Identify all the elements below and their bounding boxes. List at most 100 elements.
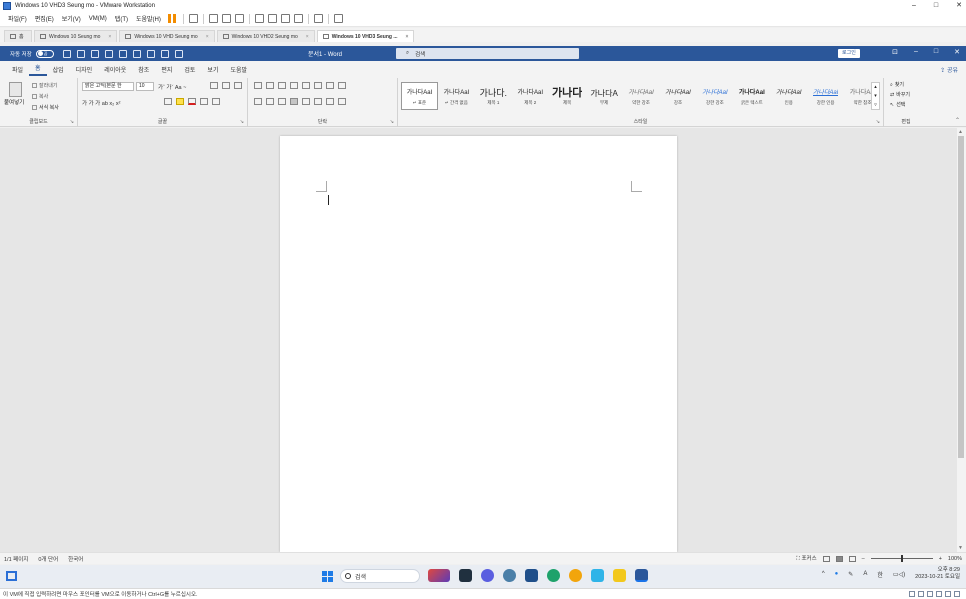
align-left-icon[interactable] bbox=[254, 98, 262, 105]
tab-mailings[interactable]: 편지 bbox=[155, 65, 178, 74]
display-icon[interactable] bbox=[954, 591, 960, 597]
zoom-in-button[interactable]: + bbox=[939, 556, 942, 562]
app-icon[interactable] bbox=[591, 569, 604, 582]
style-intense-emphasis[interactable]: 가나다AaI 강한 강조 bbox=[696, 82, 733, 110]
thumbnail-icon[interactable] bbox=[267, 14, 277, 23]
taskbar-search[interactable]: 검색 bbox=[340, 569, 420, 583]
stretch-guest-icon[interactable] bbox=[333, 14, 343, 23]
font-name-box[interactable]: 맑은 고딕(본문 한 bbox=[82, 82, 134, 91]
tab-layout[interactable]: 레이아웃 bbox=[98, 65, 132, 74]
highlight-color-icon[interactable] bbox=[176, 98, 184, 105]
zoom-level[interactable]: 100% bbox=[948, 556, 962, 562]
style-subtitle[interactable]: 가나다A 부제 bbox=[586, 82, 623, 110]
save-icon[interactable] bbox=[62, 49, 71, 58]
console-view-icon[interactable] bbox=[313, 14, 323, 23]
tab-design[interactable]: 디자인 bbox=[70, 65, 99, 74]
page-count[interactable]: 1/1 페이지 bbox=[4, 555, 28, 563]
format-painter-button[interactable]: 서식 복사 bbox=[32, 104, 59, 111]
style-strong[interactable]: 가나다AaI 굵은 텍스트 bbox=[733, 82, 770, 110]
send-ctrl-alt-del-icon[interactable] bbox=[188, 14, 198, 23]
dialog-launcher-icon[interactable]: ↘ bbox=[390, 119, 394, 125]
character-shading-icon[interactable] bbox=[200, 98, 208, 105]
style-normal[interactable]: 가나다AaI ↵ 표준 bbox=[401, 82, 438, 110]
language[interactable]: 한국어 bbox=[68, 555, 83, 563]
network-volume-icon[interactable]: ▭◁) bbox=[893, 571, 905, 578]
vertical-scrollbar[interactable]: ▲ ▼ bbox=[957, 128, 966, 552]
zoom-slider-thumb[interactable] bbox=[900, 555, 903, 562]
increase-indent-icon[interactable] bbox=[302, 82, 310, 89]
spelling-icon[interactable] bbox=[160, 49, 169, 58]
enclosed-character-icon[interactable] bbox=[212, 98, 220, 105]
justify-icon[interactable] bbox=[290, 98, 298, 105]
tab-references[interactable]: 참조 bbox=[132, 65, 155, 74]
tab-review[interactable]: 검토 bbox=[178, 65, 201, 74]
replace-button[interactable]: ⇄ 바꾸기 bbox=[890, 91, 910, 99]
style-title[interactable]: 가나다 제목 bbox=[549, 82, 586, 110]
unity-icon[interactable] bbox=[293, 14, 303, 23]
character-border-icon[interactable] bbox=[234, 82, 242, 89]
asian-layout-icon[interactable] bbox=[314, 82, 322, 89]
dialog-launcher-icon[interactable]: ↘ bbox=[70, 119, 74, 125]
menu-file[interactable]: 파일(F) bbox=[4, 14, 31, 23]
styles-scroll[interactable]: ▴ ▾ ▿ bbox=[871, 82, 880, 110]
app-icon[interactable] bbox=[428, 569, 450, 582]
task-view-icon[interactable] bbox=[459, 569, 472, 582]
show-hidden-icons[interactable]: ^ bbox=[822, 571, 825, 577]
tab-vm[interactable]: Windows 10 VHD Seung mo × bbox=[119, 30, 215, 42]
windows-start-icon[interactable] bbox=[322, 571, 333, 582]
dialog-launcher-icon[interactable]: ↘ bbox=[876, 119, 880, 125]
font-style-buttons[interactable]: 가 가 가 ab x₂ x² bbox=[82, 99, 120, 107]
undo-icon[interactable] bbox=[76, 49, 85, 58]
tab-vm[interactable]: Windows 10 Seung mo × bbox=[34, 30, 118, 42]
decrease-indent-icon[interactable] bbox=[290, 82, 298, 89]
chevron-down-icon[interactable]: ▾ bbox=[872, 92, 879, 101]
align-center-icon[interactable] bbox=[266, 98, 274, 105]
store-icon[interactable] bbox=[525, 569, 538, 582]
tab-vm-active[interactable]: Windows 10 VHD3 Seung ... × bbox=[316, 30, 415, 42]
full-screen-icon[interactable] bbox=[280, 14, 290, 23]
snapshot-manager-icon[interactable] bbox=[234, 14, 244, 23]
sort-icon[interactable] bbox=[326, 82, 334, 89]
phonetic-guide-icon[interactable] bbox=[210, 82, 218, 89]
word-maximize-button[interactable]: □ bbox=[934, 48, 938, 56]
library-icon[interactable] bbox=[254, 14, 264, 23]
borders-icon[interactable] bbox=[338, 98, 346, 105]
snapshot-icon[interactable] bbox=[208, 14, 218, 23]
multilevel-list-icon[interactable] bbox=[278, 82, 286, 89]
print-preview-icon[interactable] bbox=[132, 49, 141, 58]
clock[interactable]: 오후 8:29 2023-10-21 토요일 bbox=[915, 567, 960, 581]
align-right-icon[interactable] bbox=[278, 98, 286, 105]
tab-insert[interactable]: 삽입 bbox=[47, 65, 70, 74]
text-effects-icon[interactable] bbox=[164, 98, 172, 105]
settings-icon[interactable] bbox=[503, 569, 516, 582]
font-size-box[interactable]: 10 bbox=[136, 82, 154, 91]
scroll-down-icon[interactable]: ▼ bbox=[958, 545, 963, 551]
draw-table-icon[interactable] bbox=[174, 49, 183, 58]
shading-icon[interactable] bbox=[326, 98, 334, 105]
login-button[interactable]: 로그인 bbox=[838, 49, 860, 58]
minimize-button[interactable]: – bbox=[912, 0, 916, 11]
style-intense-quote[interactable]: 가나다AaI 강한 인용 bbox=[807, 82, 844, 110]
onedrive-icon[interactable]: ● bbox=[835, 571, 839, 577]
tab-help[interactable]: 도움말 bbox=[224, 65, 253, 74]
menu-edit[interactable]: 편집(E) bbox=[31, 14, 58, 23]
network-adapter-icon[interactable] bbox=[927, 591, 933, 597]
word-count[interactable]: 0개 단어 bbox=[38, 555, 58, 563]
redo-icon[interactable] bbox=[90, 49, 99, 58]
menu-tabs[interactable]: 탭(T) bbox=[111, 14, 132, 23]
word-app-icon[interactable] bbox=[635, 569, 648, 582]
zoom-out-button[interactable]: – bbox=[862, 556, 865, 562]
revert-snapshot-icon[interactable] bbox=[221, 14, 231, 23]
sound-icon[interactable] bbox=[945, 591, 951, 597]
word-close-button[interactable]: ✕ bbox=[954, 48, 960, 56]
style-heading-1[interactable]: 가나다. 제목 1 bbox=[475, 82, 512, 110]
copy-button[interactable]: 복사 bbox=[32, 93, 48, 100]
cut-button[interactable]: 잘라내기 bbox=[32, 82, 57, 89]
pen-icon[interactable]: ✎ bbox=[848, 571, 853, 578]
show-marks-icon[interactable] bbox=[338, 82, 346, 89]
tab-view[interactable]: 보기 bbox=[201, 65, 224, 74]
scroll-thumb[interactable] bbox=[958, 136, 964, 458]
word-search-box[interactable]: ⌕ 검색 bbox=[396, 48, 579, 59]
tab-file[interactable]: 파일 bbox=[6, 65, 29, 74]
chat-icon[interactable] bbox=[481, 569, 494, 582]
